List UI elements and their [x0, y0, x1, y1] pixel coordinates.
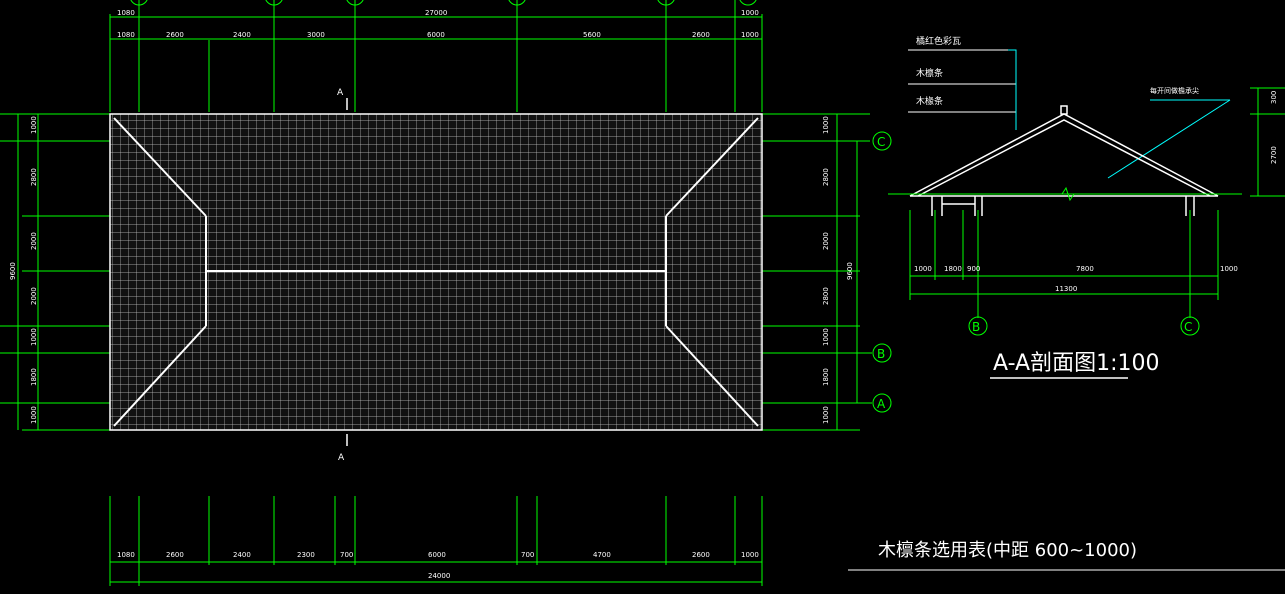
- dim-left-4: 1000: [30, 328, 38, 346]
- sec-axis-c: C: [1184, 320, 1192, 334]
- sec-dim-4: 1000: [1220, 265, 1238, 273]
- sec-dim-1: 1800: [944, 265, 962, 273]
- dim-top-4: 6000: [427, 31, 445, 39]
- dim-bottom-0: 1080: [117, 551, 135, 559]
- dim-bottom-5: 6000: [428, 551, 446, 559]
- dim-right-2: 2000: [822, 232, 830, 250]
- dim-top-overall: 27000: [425, 9, 447, 17]
- label-ridge-note: 每开间做檐承尖: [1150, 86, 1199, 95]
- axis-c-label: C: [877, 135, 885, 149]
- dim-top-3: 3000: [307, 31, 325, 39]
- purlin-table: 木檩条选用表(中距 600~1000): [848, 540, 1285, 571]
- section-mark-top: A: [337, 88, 344, 98]
- dim-top-7: 1000: [741, 31, 759, 39]
- axis-a-label: A: [877, 397, 886, 411]
- sec-dim-right-1: 2700: [1270, 146, 1278, 164]
- dim-left-2: 2000: [30, 232, 38, 250]
- dim-left-overall: 9600: [9, 262, 17, 280]
- dim-right-0: 1000: [822, 116, 830, 134]
- roof-plan: A A C B A 27000 1080 1000 1080 2600 2400…: [0, 0, 892, 586]
- dim-bottom-6: 700: [521, 551, 534, 559]
- dim-left-3: 2000: [30, 287, 38, 305]
- sec-dim-right-0: 300: [1270, 91, 1278, 104]
- dim-top-upper-0: 1080: [117, 9, 135, 17]
- dim-top-0: 1080: [117, 31, 135, 39]
- label-rafter: 木椽条: [916, 95, 943, 107]
- dim-bottom-3: 2300: [297, 551, 315, 559]
- sec-dim-overall: 11300: [1055, 285, 1077, 293]
- dim-left-6: 1000: [30, 406, 38, 424]
- dim-top-5: 5600: [583, 31, 601, 39]
- dim-bottom-1: 2600: [166, 551, 184, 559]
- dim-right-4: 1000: [822, 328, 830, 346]
- dim-right-5: 1800: [822, 368, 830, 386]
- dim-bottom-7: 4700: [593, 551, 611, 559]
- label-purlin: 木檩条: [916, 67, 943, 79]
- table-title: 木檩条选用表(中距 600~1000): [878, 540, 1137, 561]
- section-title: A-A剖面图1:100: [993, 351, 1159, 376]
- dim-bottom-overall: 24000: [428, 572, 450, 580]
- sec-axis-b: B: [972, 320, 980, 334]
- dim-right-overall: 9600: [846, 262, 854, 280]
- cad-drawing: A A C B A 27000 1080 1000 1080 2600 2400…: [0, 0, 1285, 586]
- dim-right-6: 1000: [822, 406, 830, 424]
- sec-dim-3: 7800: [1076, 265, 1094, 273]
- dim-right-3: 2800: [822, 287, 830, 305]
- axis-b-label: B: [877, 347, 885, 361]
- sec-dim-2: 900: [967, 265, 980, 273]
- dim-right-1: 2800: [822, 168, 830, 186]
- dim-top-6: 2600: [692, 31, 710, 39]
- dim-bottom-8: 2600: [692, 551, 710, 559]
- dim-top-upper-1: 1000: [741, 9, 759, 17]
- section-mark-bottom: A: [338, 453, 345, 463]
- dim-left-1: 2800: [30, 168, 38, 186]
- sec-dim-0: 1000: [914, 265, 932, 273]
- dim-bottom-2: 2400: [233, 551, 251, 559]
- dim-bottom-4: 700: [340, 551, 353, 559]
- dim-left-5: 1800: [30, 368, 38, 386]
- section-aa: 橘红色彩瓦 木檩条 木椽条 每开间做檐承尖 300 2700 1000 1800…: [888, 35, 1285, 379]
- dim-top-2: 2400: [233, 31, 251, 39]
- dim-left-0: 1000: [30, 116, 38, 134]
- label-tile: 橘红色彩瓦: [916, 35, 961, 47]
- dim-bottom-9: 1000: [741, 551, 759, 559]
- dim-top-1: 2600: [166, 31, 184, 39]
